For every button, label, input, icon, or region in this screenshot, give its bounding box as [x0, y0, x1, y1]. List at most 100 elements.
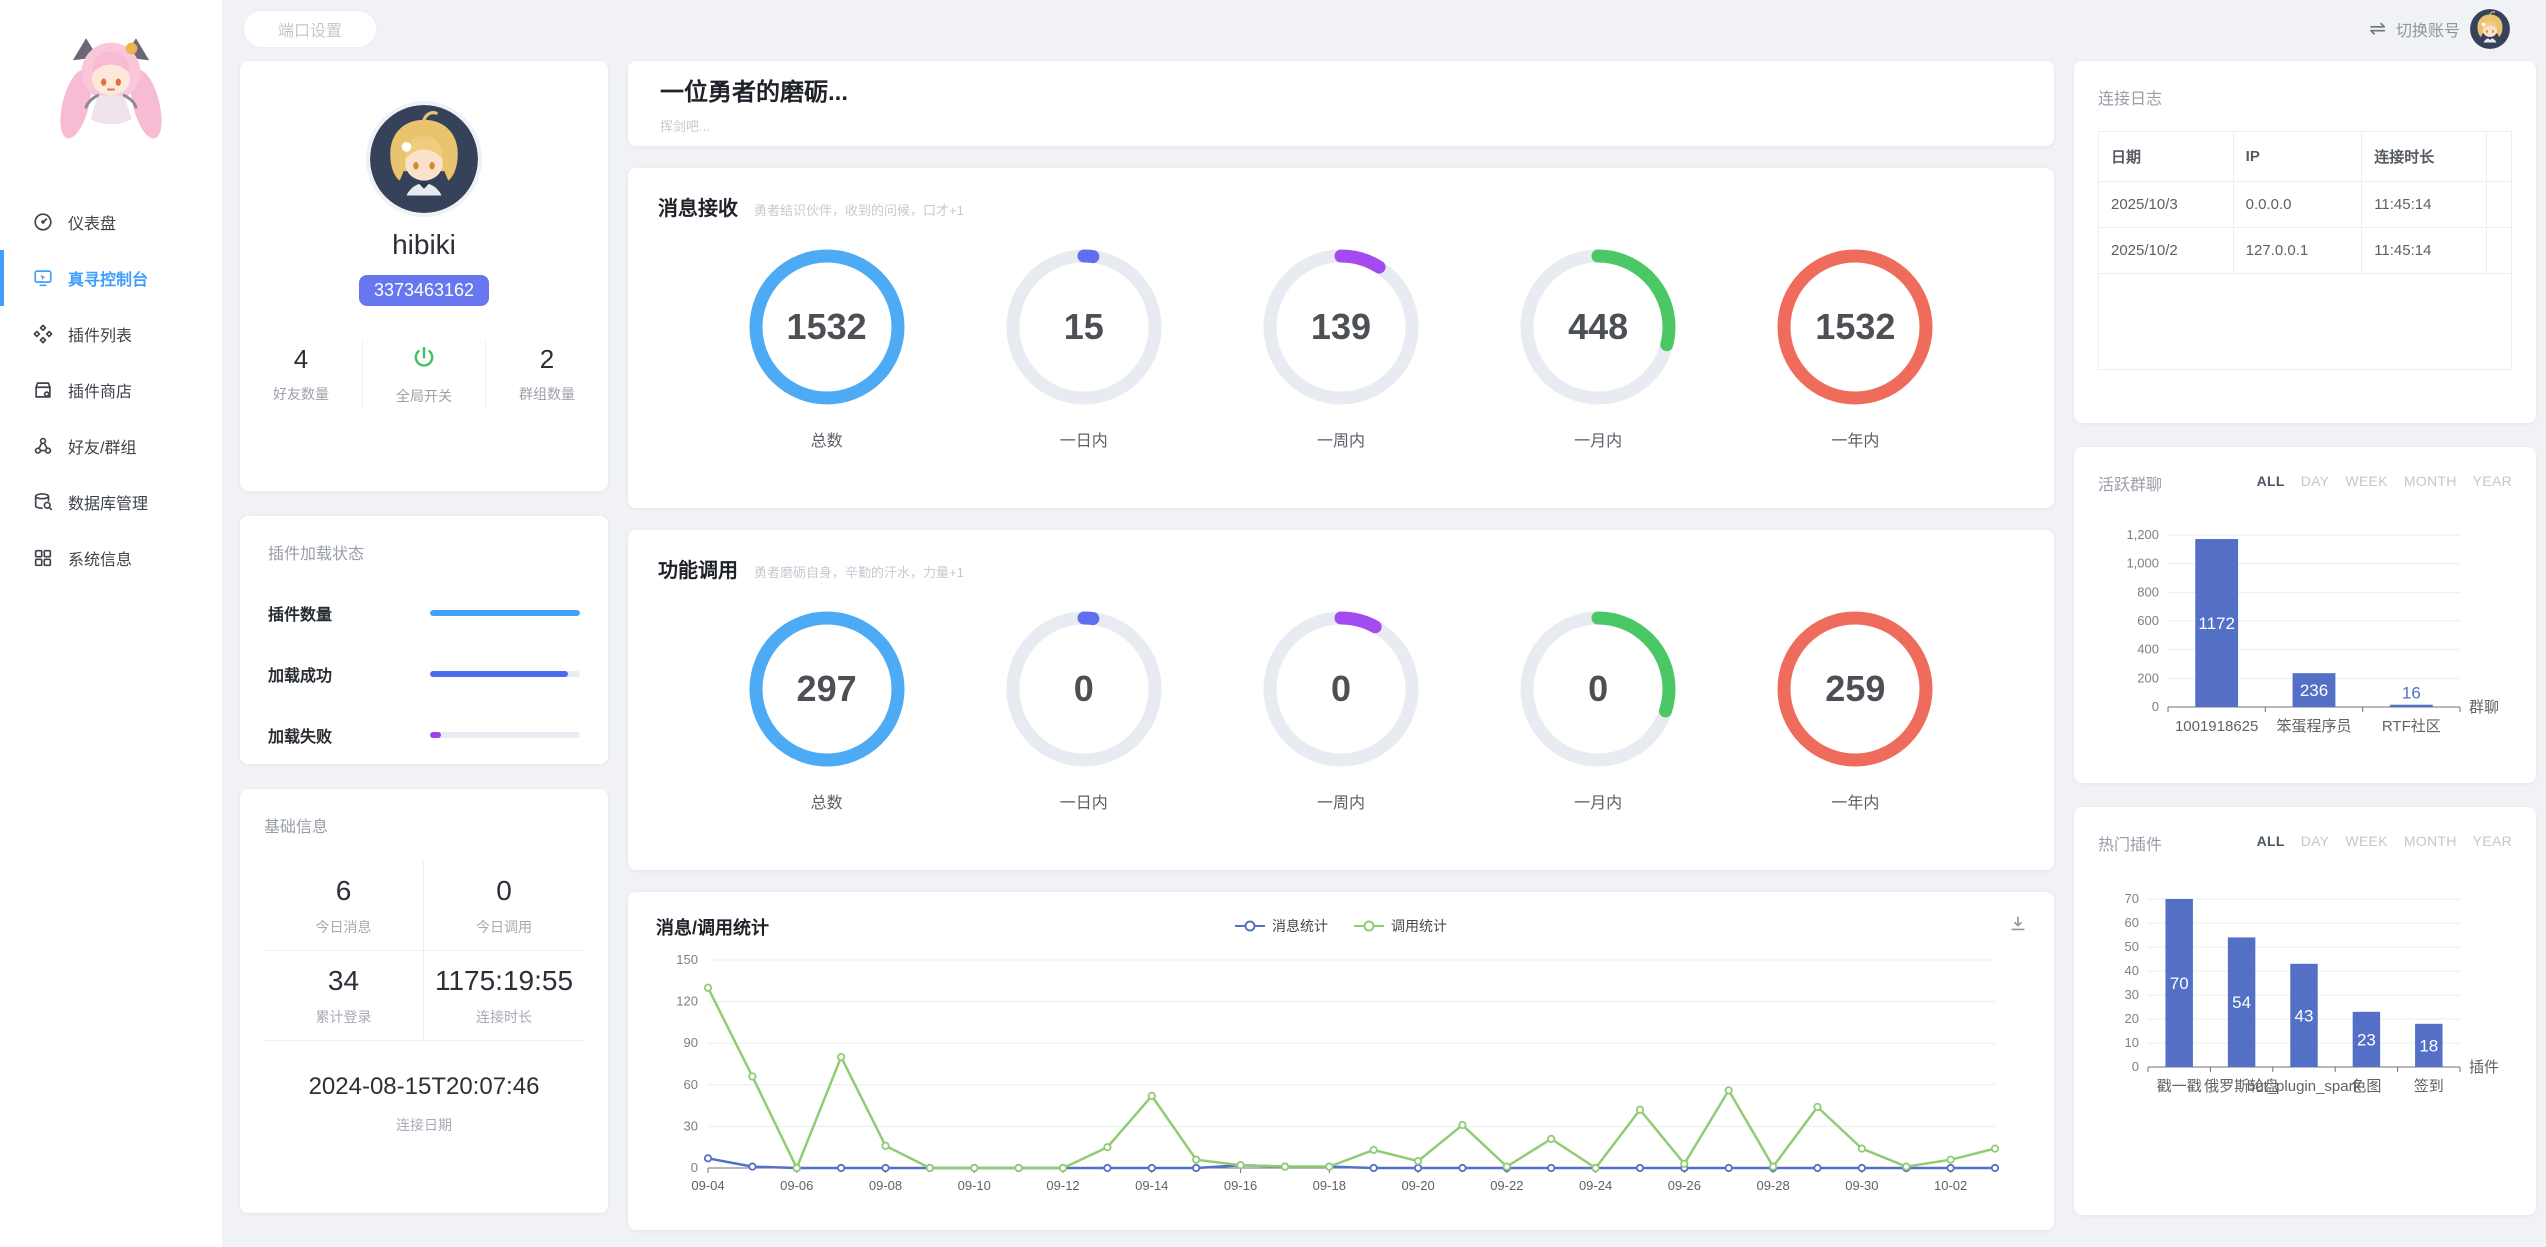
svg-text:50: 50: [2125, 939, 2139, 954]
basic-info-cell: 0今日调用: [424, 861, 584, 951]
call-card-header: 功能调用 勇者磨砺自身，辛勤的汗水，力量+1: [658, 554, 2024, 583]
sidebar-item-friends[interactable]: 好友/群组: [0, 418, 222, 474]
tab-all[interactable]: ALL: [2257, 833, 2285, 849]
tab-week[interactable]: WEEK: [2345, 473, 2387, 489]
basic-info-value: 0: [496, 875, 512, 907]
ring-label: 一年内: [1831, 789, 1879, 813]
message-rings: 1532总数15一日内139一周内448一月内1532一年内: [658, 247, 2024, 451]
svg-text:0: 0: [2132, 1059, 2139, 1074]
logo-character: [45, 16, 177, 166]
profile-stat-label: 群组数量: [519, 384, 575, 404]
power-icon[interactable]: [410, 344, 438, 377]
svg-text:09-10: 09-10: [958, 1178, 991, 1193]
stat-ring: 1532总数: [747, 247, 907, 451]
sidebar-item-system[interactable]: 系统信息: [0, 530, 222, 586]
ring-label: 一周内: [1317, 789, 1365, 813]
ring-value: 139: [1261, 247, 1421, 407]
ring-graphic: 0: [1261, 609, 1421, 769]
ring-graphic: 15: [1004, 247, 1164, 407]
svg-text:09-08: 09-08: [869, 1178, 902, 1193]
tab-year[interactable]: YEAR: [2473, 833, 2512, 849]
tab-week[interactable]: WEEK: [2345, 833, 2387, 849]
svg-text:54: 54: [2232, 993, 2251, 1012]
port-settings-button[interactable]: 端口设置: [243, 10, 377, 48]
stat-ring: 15一日内: [1004, 247, 1164, 451]
line-chart: 030609012015009-0409-0609-0809-1009-1209…: [656, 946, 2025, 1208]
sidebar-item-database[interactable]: 数据库管理: [0, 474, 222, 530]
hero-title: 一位勇者的磨砺...: [660, 72, 2022, 107]
basic-info-cell: 34累计登录: [264, 951, 424, 1041]
svg-text:43: 43: [2295, 1006, 2314, 1025]
profile-name: hibiki: [392, 229, 456, 261]
svg-text:09-12: 09-12: [1046, 1178, 1079, 1193]
progress-fill: [430, 610, 580, 616]
svg-text:236: 236: [2300, 681, 2328, 700]
ring-graphic: 139: [1261, 247, 1421, 407]
download-icon[interactable]: [2008, 914, 2028, 939]
sidebar-item-console[interactable]: 真寻控制台: [0, 250, 222, 306]
plugin-status-label: 加载失败: [268, 723, 332, 747]
table-cell: 2025/10/3: [2099, 182, 2234, 228]
svg-text:色图: 色图: [2351, 1078, 2381, 1095]
basic-info-cell: 6今日消息: [264, 861, 424, 951]
svg-text:30: 30: [2125, 987, 2139, 1002]
ring-value: 1532: [747, 247, 907, 407]
svg-text:09-26: 09-26: [1668, 1178, 1701, 1193]
svg-text:09-30: 09-30: [1845, 1178, 1878, 1193]
profile-stat[interactable]: 全局开关: [362, 340, 485, 410]
tab-month[interactable]: MONTH: [2404, 833, 2457, 849]
stat-ring: 448一月内: [1518, 247, 1678, 451]
svg-text:09-18: 09-18: [1313, 1178, 1346, 1193]
switch-account-button[interactable]: ⇌ 切换账号: [2369, 9, 2510, 49]
function-call-card: 功能调用 勇者磨砺自身，辛勤的汗水，力量+1 297总数0一日内0一周内0一月内…: [628, 530, 2054, 870]
connection-log-table: 日期IP连接时长2025/10/30.0.0.011:45:142025/10/…: [2098, 131, 2512, 274]
profile-stat-value: 4: [294, 344, 308, 375]
tab-day[interactable]: DAY: [2301, 473, 2330, 489]
ring-graphic: 259: [1775, 609, 1935, 769]
ring-graphic: 0: [1518, 609, 1678, 769]
stat-ring: 139一周内: [1261, 247, 1421, 451]
table-header-cell: 日期: [2099, 132, 2234, 182]
svg-text:150: 150: [676, 952, 698, 967]
progress-fill: [430, 732, 441, 738]
profile-card: hibiki 3373463162 4好友数量全局开关2群组数量: [240, 61, 608, 491]
legend-marker: [1354, 920, 1384, 932]
sidebar-item-gauge[interactable]: 仪表盘: [0, 194, 222, 250]
sidebar-item-store[interactable]: 插件商店: [0, 362, 222, 418]
sidebar-item-label: 仪表盘: [68, 210, 116, 234]
legend-marker: [1235, 920, 1265, 932]
svg-text:1,200: 1,200: [2126, 527, 2159, 542]
profile-avatar: [366, 101, 482, 217]
account-id-badge: 3373463162: [359, 275, 489, 306]
table-gutter-cell: [2487, 182, 2512, 228]
legend-item[interactable]: 消息统计: [1235, 916, 1328, 936]
sidebar-item-plugins[interactable]: 插件列表: [0, 306, 222, 362]
hot-plugins-card: 热门插件 ALLDAYWEEKMONTHYEAR 010203040506070…: [2074, 807, 2536, 1215]
console-icon: [32, 267, 54, 289]
gauge-icon: [32, 211, 54, 233]
svg-text:1172: 1172: [2198, 614, 2235, 633]
message-card-header: 消息接收 勇者结识伙伴，收到的问候，口才+1: [658, 192, 2024, 221]
svg-text:120: 120: [676, 994, 698, 1009]
tab-month[interactable]: MONTH: [2404, 473, 2457, 489]
table-header-gutter: [2487, 132, 2512, 182]
table-header-cell: 连接时长: [2362, 132, 2487, 182]
table-cell: 127.0.0.1: [2233, 228, 2362, 274]
tab-day[interactable]: DAY: [2301, 833, 2330, 849]
tab-all[interactable]: ALL: [2257, 473, 2285, 489]
tab-year[interactable]: YEAR: [2473, 473, 2512, 489]
store-icon: [32, 379, 54, 401]
svg-text:戳一戳: 戳一戳: [2157, 1078, 2202, 1095]
basic-info-value: 34: [328, 965, 359, 997]
ring-value: 448: [1518, 247, 1678, 407]
svg-text:60: 60: [2125, 915, 2139, 930]
legend-item[interactable]: 调用统计: [1354, 916, 1447, 936]
hero-subtitle: 挥剑吧...: [660, 116, 2022, 135]
sidebar-item-label: 插件列表: [68, 322, 132, 346]
svg-text:0: 0: [691, 1160, 698, 1175]
ring-value: 0: [1004, 609, 1164, 769]
ring-graphic: 448: [1518, 247, 1678, 407]
svg-text:09-24: 09-24: [1579, 1178, 1612, 1193]
account-avatar[interactable]: [2470, 9, 2510, 49]
stat-ring: 0一日内: [1004, 609, 1164, 813]
